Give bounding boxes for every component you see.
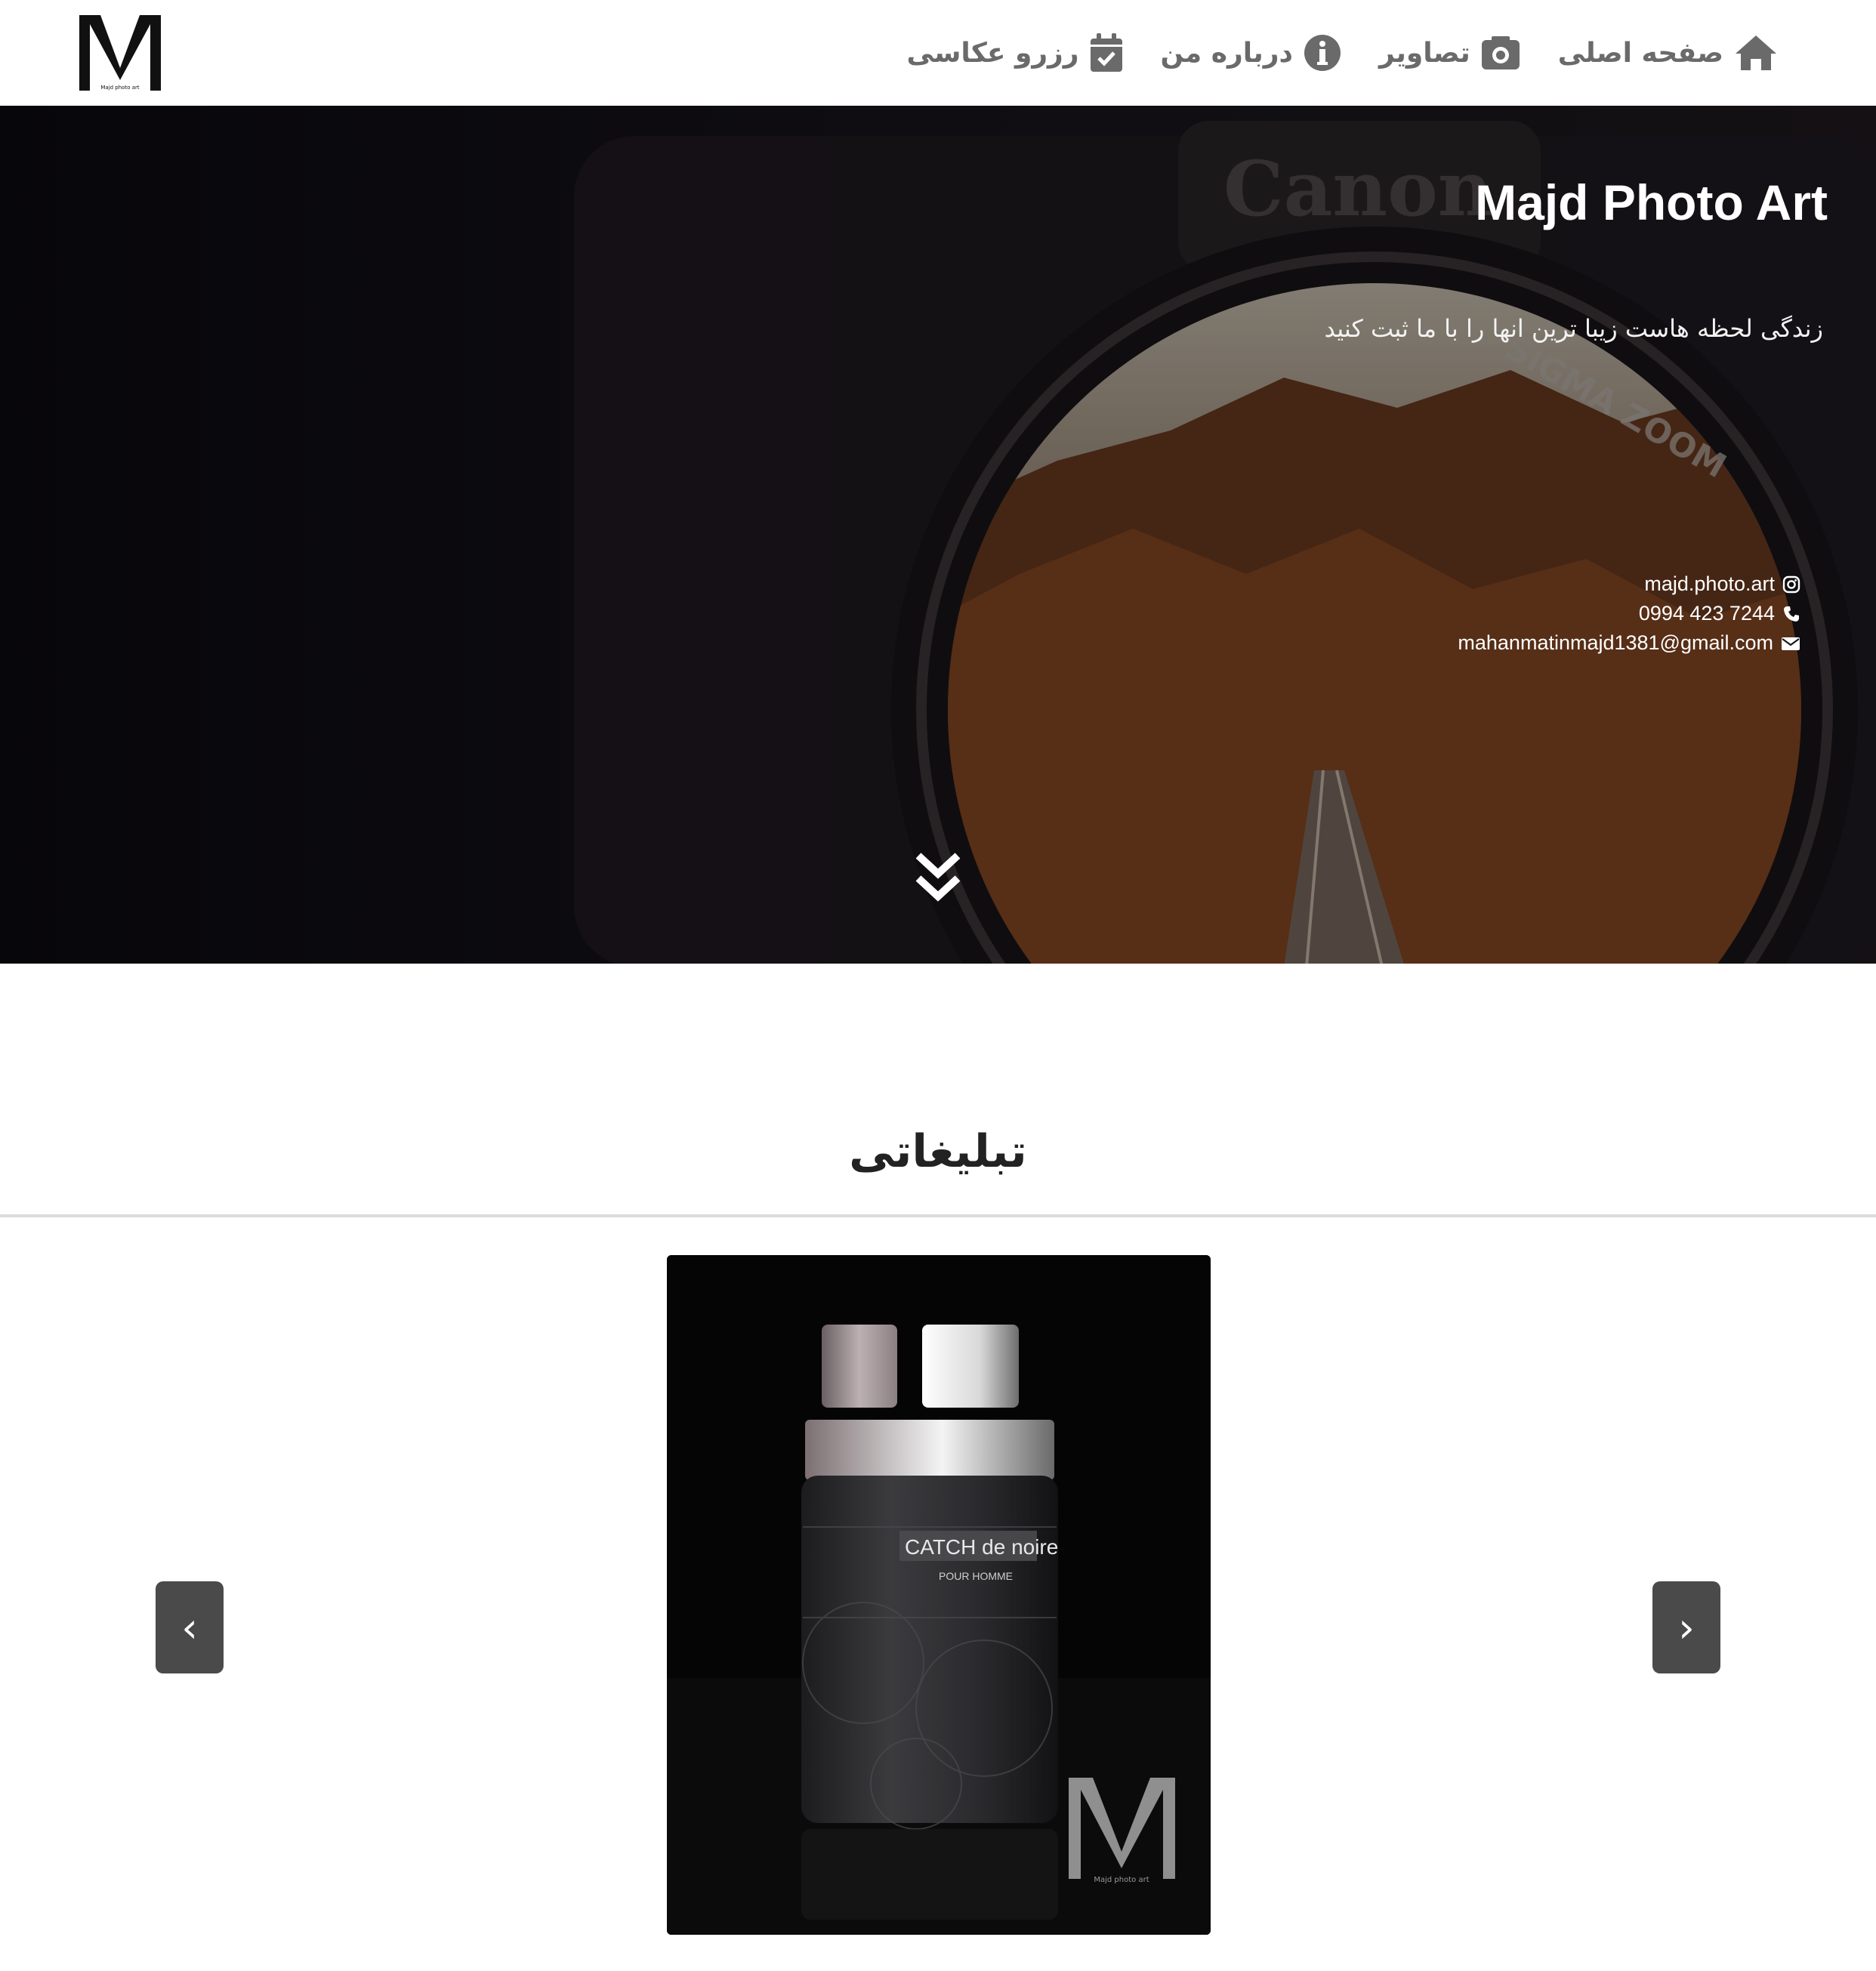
contact-email[interactable]: mahanmatinmajd1381@gmail.com: [1458, 631, 1800, 655]
section-title: تبلیغاتی: [849, 1125, 1027, 1178]
home-icon: [1736, 35, 1776, 70]
nav-item-home[interactable]: صفحه اصلی: [1558, 34, 1778, 72]
site-logo[interactable]: Majd photo art: [78, 14, 162, 94]
contact-instagram-text: majd.photo.art: [1644, 572, 1775, 595]
carousel-slide[interactable]: CATCH de noire POUR HOMME Majd photo art: [667, 1255, 1211, 1935]
contact-list: majd.photo.art 0994 423 7244 mahanmatinm…: [1458, 572, 1800, 655]
phone-icon: [1784, 606, 1799, 622]
contact-instagram[interactable]: majd.photo.art: [1644, 572, 1800, 596]
contact-email-text: mahanmatinmajd1381@gmail.com: [1458, 631, 1773, 654]
product-sub: POUR HOMME: [939, 1570, 1013, 1582]
watermark-caption: Majd photo art: [1094, 1876, 1149, 1884]
main-nav: صفحه اصلی تصاویر درباره من رزرو عکاسی: [907, 23, 1778, 83]
double-chevron-down-icon[interactable]: [914, 850, 962, 904]
section-divider: [0, 1214, 1876, 1217]
carousel-prev-button[interactable]: ‹: [156, 1581, 224, 1673]
product-name: CATCH de noire: [905, 1535, 1058, 1559]
contact-phone-text: 0994 423 7244: [1638, 602, 1775, 625]
carousel-next-button[interactable]: ›: [1652, 1581, 1720, 1673]
hero-background-image: Canon SIGMA ZOOM: [0, 106, 1876, 964]
contact-phone[interactable]: 0994 423 7244: [1639, 602, 1800, 625]
nav-item-booking[interactable]: رزرو عکاسی: [907, 33, 1123, 72]
nav-label-about: درباره من: [1160, 37, 1293, 69]
nav-label-home: صفحه اصلی: [1557, 37, 1723, 69]
info-circle-icon: [1304, 35, 1341, 71]
navbar: Majd photo art صفحه اصلی تصاویر درباره م…: [0, 0, 1876, 106]
nav-label-booking: رزرو عکاسی: [906, 37, 1079, 69]
logo-caption: Majd photo art: [100, 85, 140, 91]
camera-icon: [1481, 36, 1520, 69]
envelope-icon: [1782, 637, 1800, 650]
instagram-icon: [1782, 575, 1800, 593]
calendar-check-icon: [1090, 33, 1122, 72]
nav-item-about[interactable]: درباره من: [1161, 34, 1341, 72]
slide-photo: CATCH de noire POUR HOMME Majd photo art: [667, 1255, 1211, 1935]
hero-tagline: زندگی لحظه هاست زیبا ترین انها را با ما …: [1324, 314, 1823, 343]
nav-label-gallery: تصاویر: [1378, 37, 1470, 69]
hero-banner: Canon SIGMA ZOOM Majd Photo Art زندگی لح…: [0, 106, 1876, 964]
nav-item-gallery[interactable]: تصاویر: [1379, 35, 1520, 70]
hero-title: Majd Photo Art: [1475, 174, 1828, 230]
